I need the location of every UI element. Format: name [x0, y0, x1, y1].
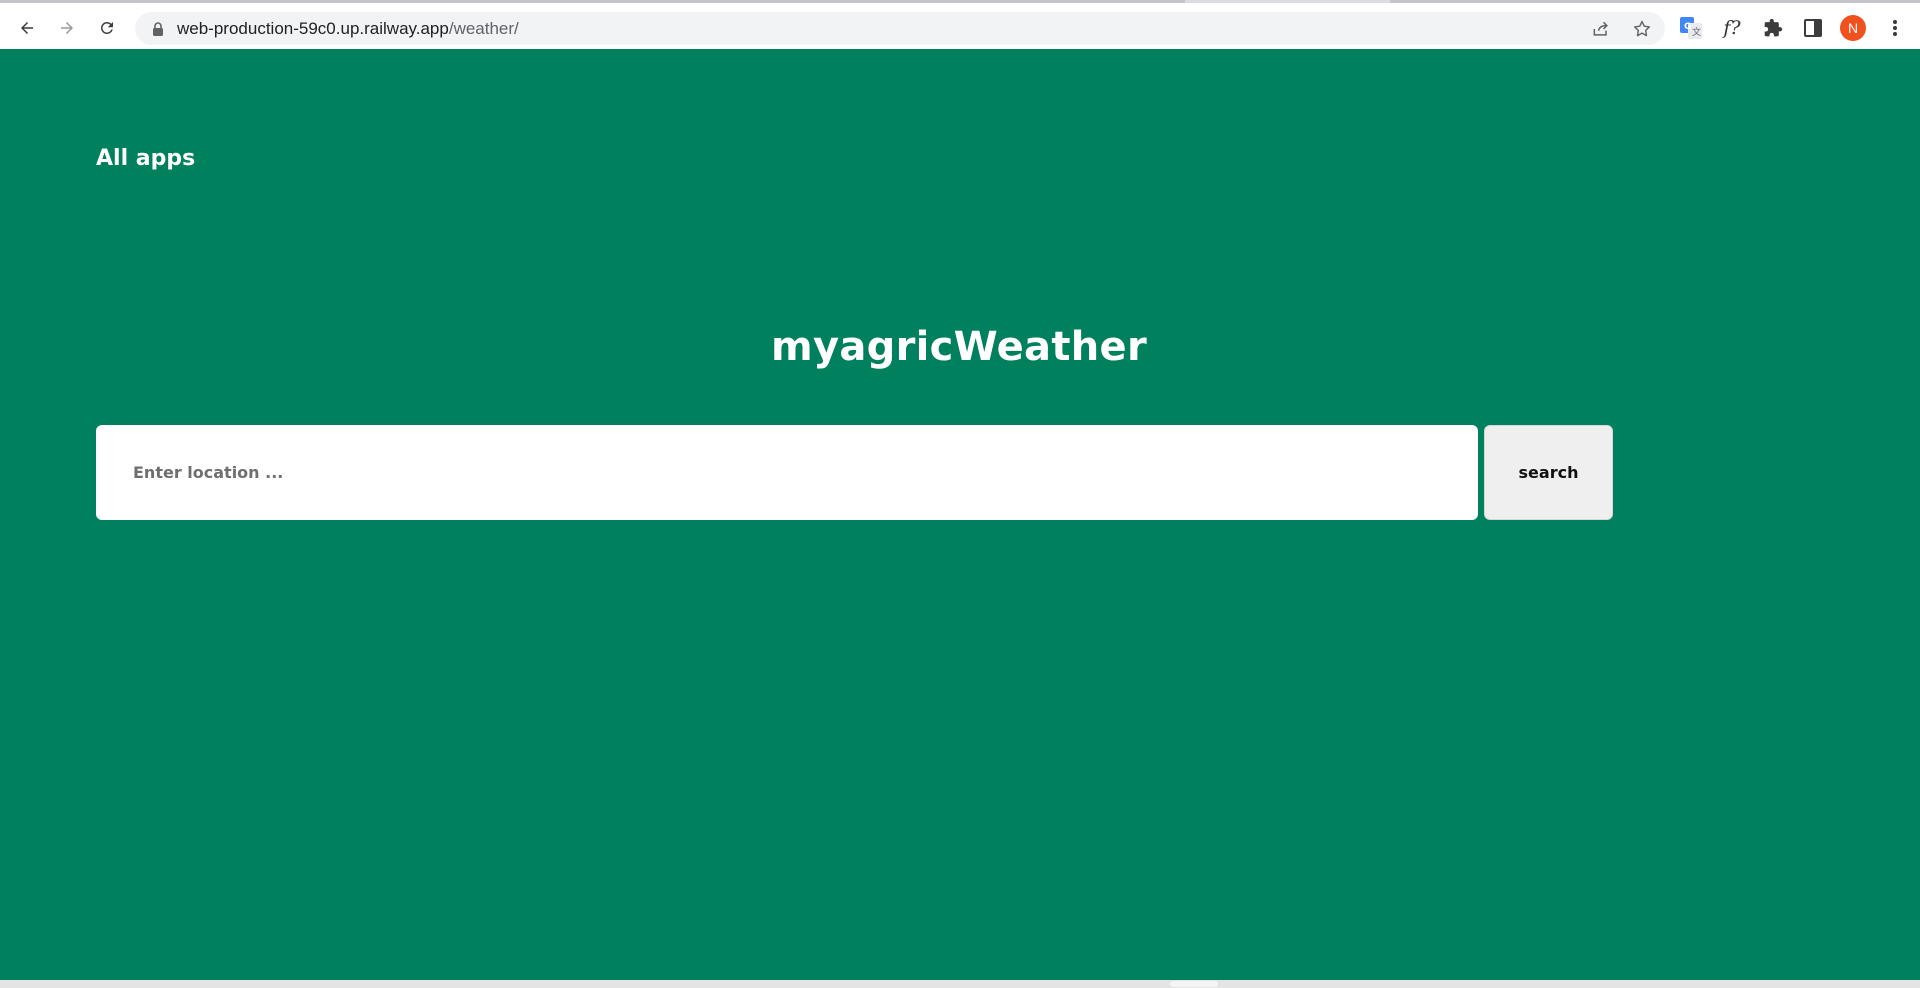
google-translate-icon[interactable]: G文	[1678, 15, 1704, 41]
function-icon[interactable]: f?	[1719, 15, 1745, 41]
reload-button[interactable]	[92, 13, 122, 43]
all-apps-link[interactable]: All apps	[96, 146, 195, 171]
location-input[interactable]	[96, 425, 1478, 520]
arrow-left-icon	[21, 22, 33, 34]
horizontal-scrollbar[interactable]	[0, 980, 1920, 988]
profile-avatar[interactable]: N	[1840, 15, 1866, 41]
browser-toolbar: web-production-59c0.up.railway.app/weath…	[0, 0, 1920, 49]
svg-text:G: G	[1684, 22, 1691, 32]
star-icon[interactable]	[1631, 18, 1653, 40]
function-icon-label: f?	[1723, 17, 1741, 39]
arrow-right-icon	[61, 22, 73, 34]
lock-icon[interactable]	[151, 21, 165, 37]
forward-button[interactable]	[52, 13, 82, 43]
address-bar[interactable]: web-production-59c0.up.railway.app/weath…	[135, 12, 1665, 45]
avatar-initial: N	[1847, 20, 1859, 36]
search-button[interactable]: search	[1484, 425, 1613, 520]
back-button[interactable]	[12, 13, 42, 43]
puzzle-icon[interactable]	[1760, 15, 1786, 41]
svg-text:文: 文	[1692, 26, 1701, 38]
scrollbar-thumb[interactable]	[1170, 981, 1218, 987]
reload-icon	[100, 21, 113, 34]
page-title: myagricWeather	[771, 324, 1147, 370]
url-host: web-production-59c0.up.railway.app	[177, 19, 449, 38]
url-text: web-production-59c0.up.railway.app/weath…	[177, 12, 519, 45]
kebab-menu-icon[interactable]	[1882, 15, 1908, 41]
tab-strip-edge	[0, 0, 1920, 3]
url-path: /weather/	[448, 19, 519, 38]
side-panel-icon[interactable]	[1800, 15, 1826, 41]
share-icon[interactable]	[1590, 18, 1612, 40]
page-body: All apps myagricWeather search	[0, 49, 1920, 980]
